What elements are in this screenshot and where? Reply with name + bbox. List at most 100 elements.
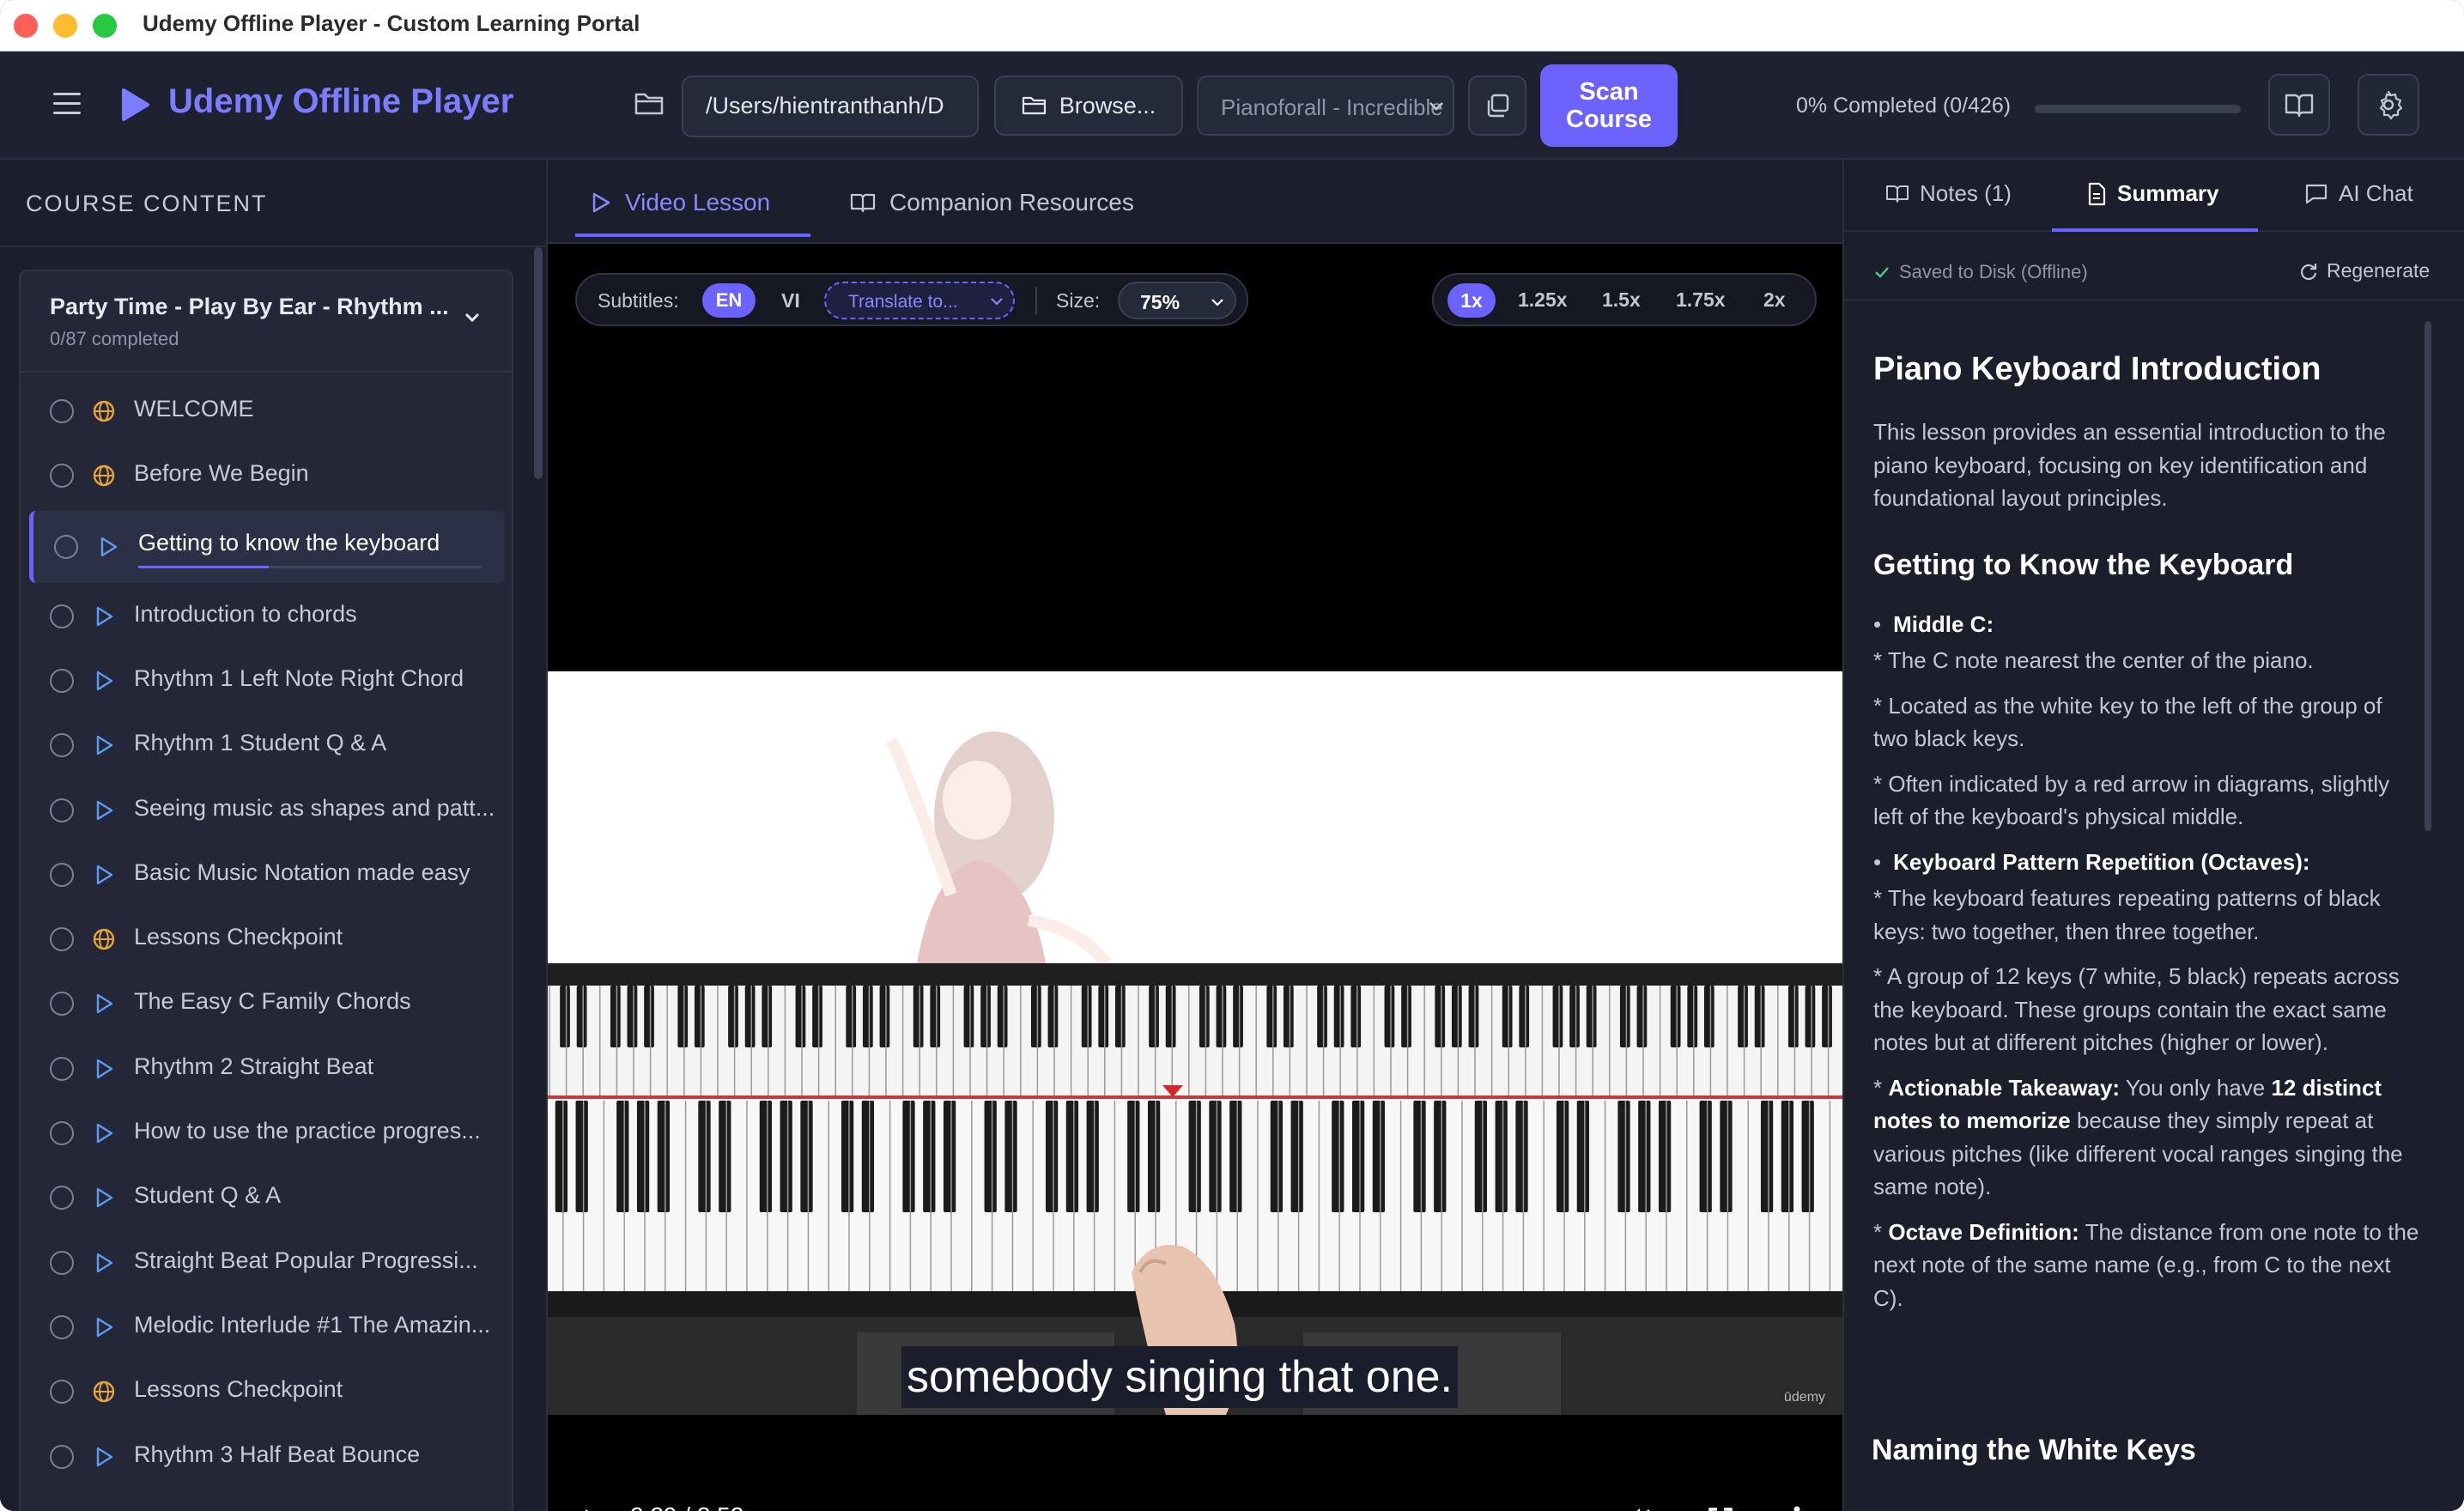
lesson-label: Rhythm 1 Left Note Right Chord xyxy=(134,664,464,691)
lesson-item[interactable]: Basic Music Notation made easy xyxy=(21,843,512,905)
subtitle-vi-button[interactable]: VI xyxy=(781,289,800,313)
subtitle-en-button[interactable]: EN xyxy=(702,283,756,318)
subtitle-controls: Subtitles: EN VI Translate to... Size: 7… xyxy=(575,273,1248,326)
close-window-button[interactable] xyxy=(14,14,38,38)
title-bar: Udemy Offline Player - Custom Learning P… xyxy=(0,0,2464,52)
tab-video-label: Video Lesson xyxy=(625,189,771,215)
lesson-item[interactable]: How to use the practice progres... xyxy=(21,1101,512,1163)
completion-checkbox[interactable] xyxy=(50,604,74,628)
play-icon xyxy=(91,1185,117,1211)
lesson-item[interactable]: WELCOME xyxy=(21,379,512,441)
section-title: Party Time - Play By Ear - Rhythm ... xyxy=(50,294,449,319)
lesson-item[interactable]: Student Q & A xyxy=(21,1166,512,1228)
play-icon[interactable] xyxy=(580,1506,606,1511)
summary-heading: Naming the White Keys xyxy=(1872,1434,2196,1466)
divider xyxy=(0,246,546,247)
subtitle-size-select[interactable]: 75% xyxy=(1118,282,1236,319)
lesson-item[interactable]: Seeing music as shapes and patt... xyxy=(21,779,512,840)
tab-ai-chat[interactable]: AI Chat xyxy=(2304,180,2413,207)
lesson-item[interactable]: Straight Beat Popular Progressi... xyxy=(21,1231,512,1293)
star: * xyxy=(1873,1218,1889,1245)
completion-checkbox[interactable] xyxy=(50,862,74,887)
lesson-item[interactable]: Rhythm 2 Straight Beat xyxy=(21,1037,512,1099)
lesson-item[interactable]: Lessons Checkpoint xyxy=(21,1360,512,1422)
lesson-item[interactable]: Rhythm 1 Student Q & A xyxy=(21,713,512,775)
divider xyxy=(1844,299,2464,300)
piano-video-image: ūdemy xyxy=(548,671,1842,1415)
completion-checkbox[interactable] xyxy=(50,927,74,952)
reader-mode-button[interactable] xyxy=(2268,74,2330,136)
fullscreen-icon[interactable] xyxy=(1705,1504,1736,1511)
regenerate-label: Regenerate xyxy=(2327,259,2431,282)
lesson-label: WELCOME xyxy=(134,396,254,422)
course-sidebar: COURSE CONTENT Party Time - Play By Ear … xyxy=(0,160,548,1511)
menu-icon[interactable] xyxy=(53,93,81,117)
lesson-item[interactable]: Getting to know the keyboard xyxy=(29,510,505,583)
play-icon xyxy=(91,1314,117,1340)
course-path-input[interactable]: /Users/hientranthanh/D xyxy=(682,76,979,137)
copy-icon xyxy=(1487,94,1509,118)
completion-checkbox[interactable] xyxy=(50,464,74,488)
lesson-item[interactable]: Introduction to chords xyxy=(21,585,512,646)
lesson-item[interactable]: Lessons Checkpoint xyxy=(21,907,512,969)
course-progress-text: 0% Completed (0/426) xyxy=(1796,94,2012,118)
settings-button[interactable] xyxy=(2358,74,2419,136)
completion-checkbox[interactable] xyxy=(50,798,74,822)
completion-checkbox[interactable] xyxy=(50,1056,74,1081)
completion-checkbox[interactable] xyxy=(50,668,74,693)
completion-checkbox[interactable] xyxy=(50,1186,74,1211)
lesson-item[interactable]: The Easy C Family Chords xyxy=(21,972,512,1034)
tab-video-lesson[interactable]: Video Lesson xyxy=(591,185,770,220)
completion-checkbox[interactable] xyxy=(50,1314,74,1339)
completion-checkbox[interactable] xyxy=(50,1121,74,1145)
tab-companion-resources[interactable]: Companion Resources xyxy=(850,185,1134,220)
lesson-label: Introduction to chords xyxy=(134,600,357,627)
copy-button[interactable] xyxy=(1468,76,1526,136)
section-header[interactable]: Party Time - Play By Ear - Rhythm ... 0/… xyxy=(21,271,512,373)
sidebar-scrollbar[interactable] xyxy=(534,247,543,479)
speed-1-75x-button[interactable]: 1.75x xyxy=(1676,288,1726,312)
regenerate-button[interactable]: Regenerate xyxy=(2299,259,2430,282)
lesson-item[interactable]: Rhythm 1 Left Note Right Chord xyxy=(21,649,512,711)
tab-notes-label: Notes (1) xyxy=(1920,180,2012,206)
zoom-window-button[interactable] xyxy=(93,14,117,38)
browse-button[interactable]: Browse... xyxy=(994,76,1183,136)
udemy-watermark: ūdemy xyxy=(1784,1390,1825,1405)
completion-checkbox[interactable] xyxy=(50,733,74,758)
lesson-item[interactable]: Rhythm 3 Half Beat Bounce xyxy=(21,1425,512,1487)
summary-point: * The C note nearest the center of the p… xyxy=(1873,647,2314,673)
lesson-item[interactable]: Before We Begin xyxy=(21,444,512,506)
translate-select[interactable]: Translate to... xyxy=(824,282,1015,319)
chevron-down-icon xyxy=(1211,299,1223,306)
completion-checkbox[interactable] xyxy=(50,1250,74,1275)
app-title: Udemy Offline Player xyxy=(168,82,514,120)
volume-icon[interactable] xyxy=(1621,1502,1655,1511)
tab-summary-label: Summary xyxy=(2117,180,2219,206)
summary-title: Piano Keyboard Introduction xyxy=(1873,351,2321,387)
play-icon xyxy=(91,1250,117,1276)
summary-scrollbar[interactable] xyxy=(2425,321,2431,831)
time-display: 2:29 / 8:52 xyxy=(630,1502,743,1511)
more-options-icon[interactable] xyxy=(1791,1502,1803,1511)
speed-1x-button[interactable]: 1x xyxy=(1447,283,1496,318)
speed-1-5x-button[interactable]: 1.5x xyxy=(1602,288,1641,312)
completion-checkbox[interactable] xyxy=(54,534,78,559)
tab-summary[interactable]: Summary xyxy=(2086,180,2219,207)
tab-notes[interactable]: Notes (1) xyxy=(1885,180,2012,207)
speed-1-25x-button[interactable]: 1.25x xyxy=(1518,288,1568,312)
play-icon xyxy=(91,1056,117,1082)
completion-checkbox[interactable] xyxy=(50,399,74,423)
play-icon xyxy=(91,668,117,694)
minimize-window-button[interactable] xyxy=(53,14,77,38)
scan-course-button[interactable]: Scan Course xyxy=(1540,64,1678,147)
completion-checkbox[interactable] xyxy=(50,1444,74,1469)
video-frame: ūdemy xyxy=(548,671,1842,1415)
course-select[interactable]: Pianoforall - Incredible xyxy=(1197,76,1454,136)
browse-label: Browse... xyxy=(1059,92,1156,118)
video-player[interactable]: Subtitles: EN VI Translate to... Size: 7… xyxy=(548,244,1842,1511)
completion-checkbox[interactable] xyxy=(50,992,74,1016)
speed-2x-button[interactable]: 2x xyxy=(1763,288,1786,312)
completion-checkbox[interactable] xyxy=(50,1380,74,1405)
lesson-item[interactable]: Melodic Interlude #1 The Amazin... xyxy=(21,1296,512,1357)
section-progress: 0/87 completed xyxy=(50,328,179,349)
